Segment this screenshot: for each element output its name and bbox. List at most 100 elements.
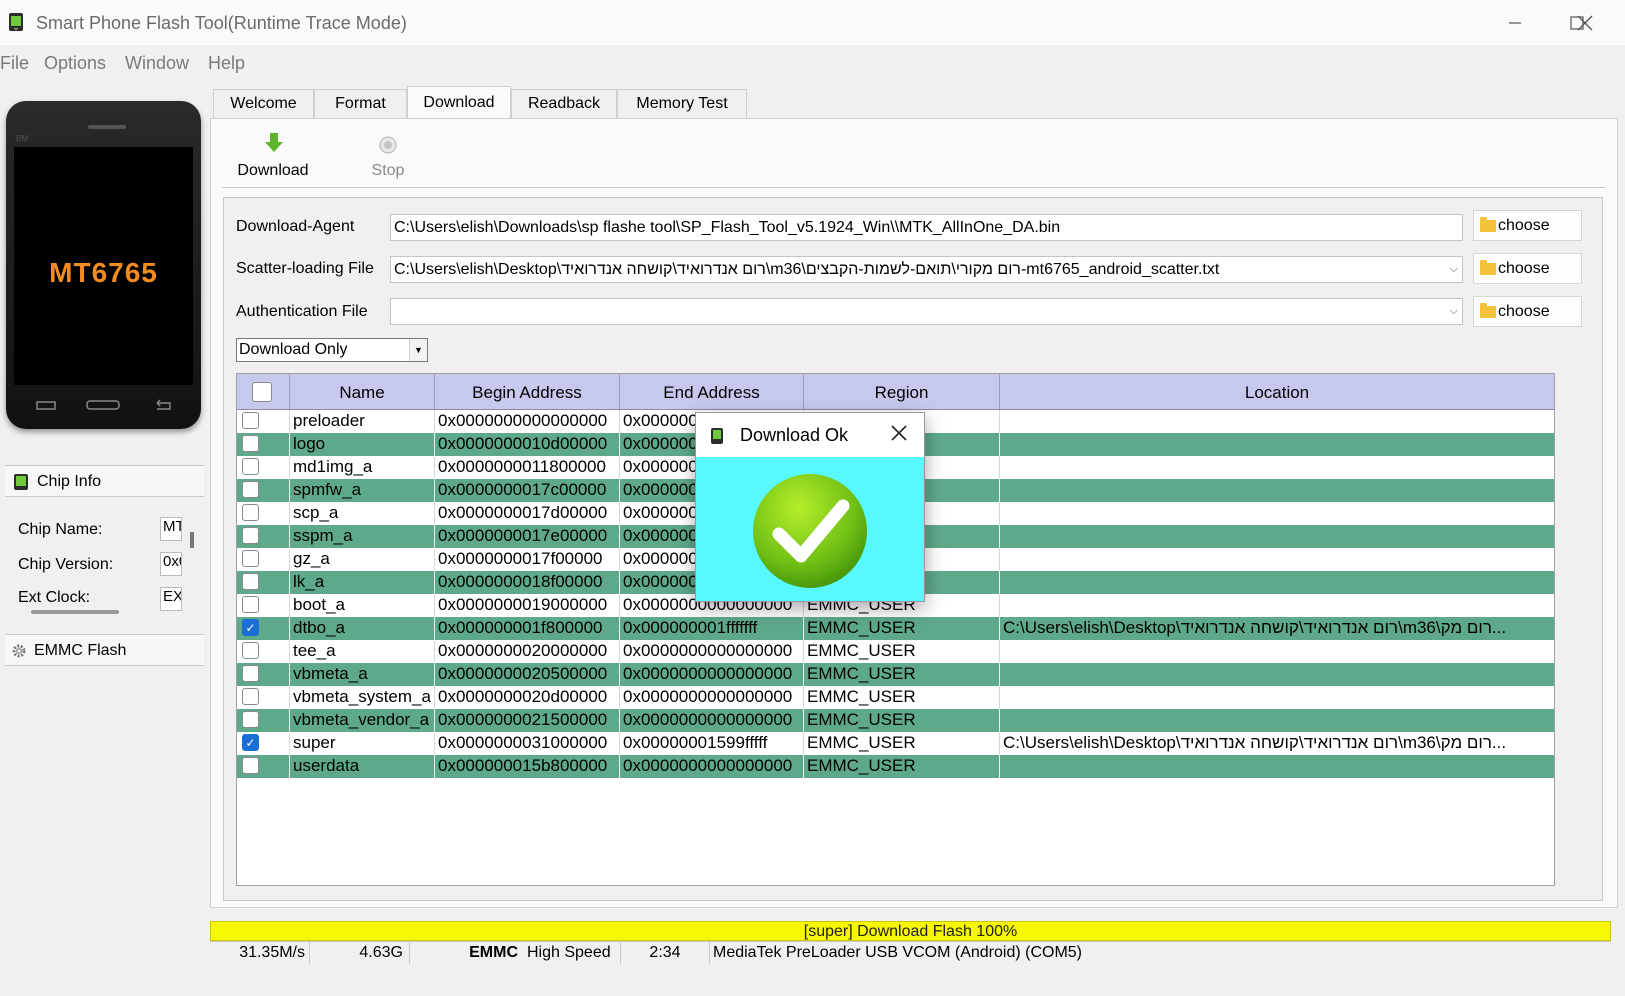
download-toolbar: Download Stop bbox=[222, 128, 1605, 188]
row-checkbox[interactable] bbox=[242, 435, 259, 452]
emmc-flash-header[interactable]: EMMC Flash bbox=[5, 634, 204, 666]
cell-location: C:\Users\elish\Desktop\רום אנדרואיד\קושח… bbox=[1000, 617, 1554, 640]
row-checkbox-cell bbox=[237, 663, 290, 686]
row-checkbox[interactable] bbox=[242, 596, 259, 613]
col-end-header[interactable]: End Address bbox=[620, 374, 804, 409]
chip-info-hscrollbar[interactable] bbox=[31, 610, 119, 614]
scatter-file-value: C:\Users\elish\Desktop\רום אנדרואיד\קושח… bbox=[394, 261, 1220, 278]
table-row[interactable]: tee_a 0x0000000020000000 0x000000000000000… bbox=[237, 640, 1554, 663]
chevron-down-icon[interactable]: ⌵ bbox=[1450, 305, 1458, 318]
close-icon[interactable] bbox=[889, 423, 909, 443]
tab-welcome[interactable]: Welcome bbox=[213, 89, 314, 118]
col-region-header[interactable]: Region bbox=[804, 374, 1000, 409]
download-mode-select[interactable]: Download Only ▼ bbox=[236, 338, 428, 362]
table-row[interactable]: vbmeta_system_a 0x0000000020d00000 0x00000… bbox=[237, 686, 1554, 709]
row-checkbox[interactable]: ✓ bbox=[242, 619, 259, 636]
cell-location: C:\Users\elish\Desktop\רום אנדרואיד\קושח… bbox=[1000, 732, 1554, 755]
auth-file-field[interactable]: ⌵ bbox=[390, 298, 1463, 325]
phone-speaker bbox=[88, 125, 126, 129]
tab-format[interactable]: Format bbox=[314, 89, 407, 118]
row-checkbox[interactable] bbox=[242, 550, 259, 567]
app-icon bbox=[9, 13, 23, 31]
menu-help[interactable]: Help bbox=[208, 53, 245, 74]
select-all-cell bbox=[237, 374, 290, 409]
tab-readback[interactable]: Readback bbox=[511, 89, 617, 118]
menu-file[interactable]: File bbox=[0, 53, 29, 74]
cell-region: EMMC_USER bbox=[804, 686, 1000, 709]
download-mode-value: Download Only bbox=[239, 341, 348, 358]
table-row[interactable]: vbmeta_a 0x0000000020500000 0x000000000000… bbox=[237, 663, 1554, 686]
download-ok-dialog: Download Ok bbox=[695, 412, 925, 602]
table-row[interactable]: ✓ dtbo_a 0x000000001f800000 0x000000001ffff… bbox=[237, 617, 1554, 640]
select-all-checkbox[interactable] bbox=[252, 382, 272, 402]
menu-window[interactable]: Window bbox=[125, 53, 189, 74]
back-key-icon bbox=[156, 399, 171, 410]
minimize-button[interactable] bbox=[1490, 8, 1540, 38]
chevron-down-icon[interactable]: ⌵ bbox=[1450, 263, 1458, 276]
col-location-header[interactable]: Location bbox=[1000, 374, 1554, 409]
chip-info-vscrollbar[interactable] bbox=[190, 532, 194, 548]
table-row[interactable]: ✓ super 0x0000000031000000 0x00000001599fff… bbox=[237, 732, 1554, 755]
cell-name: logo bbox=[290, 433, 435, 456]
row-checkbox[interactable] bbox=[242, 757, 259, 774]
cell-location bbox=[1000, 433, 1554, 456]
scatter-file-choose-button[interactable]: choose bbox=[1473, 253, 1582, 284]
row-checkbox-cell bbox=[237, 548, 290, 571]
cell-location bbox=[1000, 548, 1554, 571]
row-checkbox[interactable] bbox=[242, 665, 259, 682]
table-header: Name Begin Address End Address Region Lo… bbox=[237, 374, 1554, 410]
col-begin-header[interactable]: Begin Address bbox=[435, 374, 620, 409]
row-checkbox[interactable] bbox=[242, 688, 259, 705]
row-checkbox[interactable] bbox=[242, 573, 259, 590]
status-port: MediaTek PreLoader USB VCOM (Android) (C… bbox=[713, 944, 1083, 961]
cell-begin: 0x0000000020500000 bbox=[435, 663, 620, 686]
scatter-file-field[interactable]: C:\Users\elish\Desktop\רום אנדרואיד\קושח… bbox=[390, 256, 1463, 283]
menu-key-icon bbox=[36, 401, 56, 410]
row-checkbox[interactable] bbox=[242, 527, 259, 544]
cell-location bbox=[1000, 663, 1554, 686]
row-checkbox[interactable] bbox=[242, 481, 259, 498]
cell-begin: 0x0000000019000000 bbox=[435, 594, 620, 617]
close-window-button[interactable] bbox=[1560, 8, 1610, 38]
cell-region: EMMC_USER bbox=[804, 617, 1000, 640]
menu-options[interactable]: Options bbox=[44, 53, 106, 74]
row-checkbox[interactable] bbox=[242, 458, 259, 475]
tab-memory-test[interactable]: Memory Test bbox=[617, 89, 747, 118]
cell-name: gz_a bbox=[290, 548, 435, 571]
cell-location bbox=[1000, 594, 1554, 617]
emmc-flash-title: EMMC Flash bbox=[34, 642, 127, 659]
cell-location bbox=[1000, 640, 1554, 663]
cell-name: sspm_a bbox=[290, 525, 435, 548]
chip-info-header[interactable]: Chip Info bbox=[5, 465, 204, 497]
row-checkbox[interactable] bbox=[242, 504, 259, 521]
auth-file-choose-button[interactable]: choose bbox=[1473, 296, 1582, 327]
stop-button[interactable]: Stop bbox=[358, 128, 418, 186]
download-button[interactable]: Download bbox=[228, 128, 318, 186]
phone-screen: MT6765 bbox=[14, 147, 193, 385]
download-agent-label: Download-Agent bbox=[236, 218, 355, 235]
table-row[interactable]: userdata 0x000000015b800000 0x000000000000… bbox=[237, 755, 1554, 778]
row-checkbox[interactable] bbox=[242, 642, 259, 659]
cell-begin: 0x0000000017f00000 bbox=[435, 548, 620, 571]
cell-location bbox=[1000, 709, 1554, 732]
folder-icon bbox=[1480, 217, 1496, 232]
ext-clock-label: Ext Clock: bbox=[18, 589, 91, 606]
col-name-header[interactable]: Name bbox=[290, 374, 435, 409]
folder-icon bbox=[1480, 303, 1496, 318]
tab-download[interactable]: Download bbox=[407, 86, 511, 119]
cell-begin: 0x000000001f800000 bbox=[435, 617, 620, 640]
download-agent-field[interactable]: C:\Users\elish\Downloads\sp flashe tool\… bbox=[390, 214, 1463, 241]
cell-location bbox=[1000, 686, 1554, 709]
row-checkbox-cell: ✓ bbox=[237, 732, 290, 755]
row-checkbox-cell bbox=[237, 755, 290, 778]
cell-begin: 0x0000000000000000 bbox=[435, 410, 620, 433]
title-bar: Smart Phone Flash Tool(Runtime Trace Mod… bbox=[0, 0, 1625, 45]
cell-end: 0x0000000000000000 bbox=[620, 663, 804, 686]
table-row[interactable]: vbmeta_vendor_a 0x0000000021500000 0x00000… bbox=[237, 709, 1554, 732]
cell-name: vbmeta_vendor_a bbox=[290, 709, 435, 732]
row-checkbox[interactable]: ✓ bbox=[242, 734, 259, 751]
dialog-body bbox=[696, 457, 924, 601]
row-checkbox[interactable] bbox=[242, 412, 259, 429]
row-checkbox[interactable] bbox=[242, 711, 259, 728]
download-agent-choose-button[interactable]: choose bbox=[1473, 210, 1582, 241]
